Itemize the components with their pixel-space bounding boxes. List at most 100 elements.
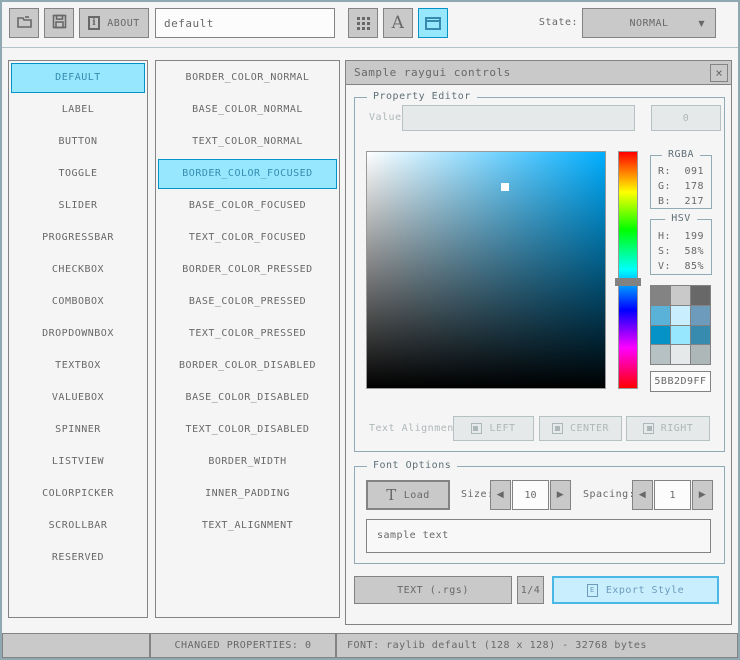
control-list-item[interactable]: CHECKBOX — [11, 255, 145, 285]
about-button[interactable]: i ABOUT — [79, 8, 149, 38]
export-style-label: Export Style — [605, 584, 685, 596]
rgba-channel-value: 178 — [684, 181, 704, 192]
state-label: State: — [538, 17, 578, 28]
control-list-item[interactable]: DEFAULT — [11, 63, 145, 93]
toolbar: i ABOUT A State: NORMAL ▼ — [0, 0, 740, 48]
arrow-left-icon: ◀ — [496, 490, 505, 500]
size-decrement-button[interactable]: ◀ — [490, 480, 511, 510]
font-load-button[interactable]: T Load — [366, 480, 450, 510]
color-swatch[interactable] — [691, 325, 710, 345]
color-swatch[interactable] — [651, 345, 670, 364]
font-button[interactable]: A — [383, 8, 413, 38]
control-list-item[interactable]: PROGRESSBAR — [11, 223, 145, 253]
hue-bar[interactable] — [615, 151, 641, 389]
style-name-input[interactable] — [155, 8, 335, 38]
page-counter-button[interactable]: 1/4 — [517, 576, 544, 604]
arrow-right-icon: ▶ — [556, 490, 565, 500]
property-list-item[interactable]: BASE_COLOR_FOCUSED — [158, 191, 337, 221]
control-list-item[interactable]: SCROLLBAR — [11, 511, 145, 541]
control-list-item[interactable]: SLIDER — [11, 191, 145, 221]
rgba-channel-label: G: — [658, 181, 672, 192]
control-list-item[interactable]: COLORPICKER — [11, 479, 145, 509]
export-format-button[interactable]: TEXT (.rgs) — [354, 576, 512, 604]
sv-cursor[interactable] — [501, 183, 510, 192]
color-swatch[interactable] — [691, 286, 710, 305]
controls-view-button[interactable] — [418, 8, 448, 38]
palette-grid-button[interactable] — [348, 8, 378, 38]
size-value-box[interactable]: 10 — [512, 480, 549, 510]
color-swatch[interactable] — [671, 325, 690, 345]
open-folder-icon — [16, 14, 33, 32]
align-left-button: LEFT — [453, 416, 534, 441]
sample-text-box[interactable]: sample text — [366, 519, 711, 553]
hex-value-box[interactable]: 5BB2D9FF — [650, 371, 711, 392]
property-list-item[interactable]: BASE_COLOR_DISABLED — [158, 383, 337, 413]
statusbar-font-info: FONT: raylib default (128 x 128) - 32768… — [336, 633, 738, 658]
property-list-item[interactable]: BASE_COLOR_NORMAL — [158, 95, 337, 125]
property-list-item[interactable]: BORDER_COLOR_FOCUSED — [158, 159, 337, 189]
property-list-item[interactable]: TEXT_COLOR_NORMAL — [158, 127, 337, 157]
state-dropdown-value: NORMAL — [629, 17, 669, 29]
property-list-item[interactable]: INNER_PADDING — [158, 479, 337, 509]
hsv-channel-value: 199 — [684, 231, 704, 242]
control-list-item[interactable]: COMBOBOX — [11, 287, 145, 317]
sv-panel[interactable] — [366, 151, 606, 389]
property-list-item[interactable]: TEXT_ALIGNMENT — [158, 511, 337, 541]
export-file-icon: E — [586, 583, 598, 597]
property-list-item[interactable]: TEXT_COLOR_PRESSED — [158, 319, 337, 349]
property-list-item[interactable]: TEXT_COLOR_FOCUSED — [158, 223, 337, 253]
hue-slider-handle[interactable] — [615, 278, 641, 287]
property-editor-group-label: Property Editor — [367, 91, 477, 102]
control-list-item[interactable]: TOGGLE — [11, 159, 145, 189]
spacing-decrement-button[interactable]: ◀ — [632, 480, 653, 510]
control-list-item[interactable]: DROPDOWNBOX — [11, 319, 145, 349]
hsv-row: S: 58% — [651, 244, 711, 259]
property-list-item[interactable]: BORDER_COLOR_PRESSED — [158, 255, 337, 285]
value-apply-button: 0 — [651, 105, 721, 131]
rguistyler-window: i ABOUT A State: NORMAL ▼ DEFAULTLABELBU… — [0, 0, 740, 660]
spacing-value-box[interactable]: 1 — [654, 480, 691, 510]
spacing-increment-button[interactable]: ▶ — [692, 480, 713, 510]
panel-close-button[interactable]: × — [710, 64, 728, 82]
color-swatch[interactable] — [671, 286, 690, 305]
text-T-icon: T — [386, 486, 397, 504]
property-list-item[interactable]: BORDER_COLOR_DISABLED — [158, 351, 337, 381]
hsv-channel-label: S: — [658, 246, 672, 257]
size-increment-button[interactable]: ▶ — [550, 480, 571, 510]
color-swatch[interactable] — [691, 305, 710, 325]
align-right-label: RIGHT — [660, 423, 694, 434]
color-swatch[interactable] — [651, 286, 670, 305]
control-list-item[interactable]: VALUEBOX — [11, 383, 145, 413]
color-swatch[interactable] — [651, 325, 670, 345]
info-icon: i — [88, 16, 101, 30]
property-list-item[interactable]: BORDER_WIDTH — [158, 447, 337, 477]
grid-icon — [356, 16, 370, 30]
export-style-button[interactable]: E Export Style — [552, 576, 719, 604]
arrow-left-icon: ◀ — [638, 490, 647, 500]
rgba-group: RGBA R: 091 G: 178 B: 217 — [650, 149, 712, 209]
color-swatch[interactable] — [671, 345, 690, 364]
color-swatch[interactable] — [691, 345, 710, 364]
save-style-button[interactable] — [44, 8, 74, 38]
open-style-button[interactable] — [9, 8, 39, 38]
color-swatch[interactable] — [651, 305, 670, 325]
property-list-item[interactable]: BORDER_COLOR_NORMAL — [158, 63, 337, 93]
control-list-item[interactable]: BUTTON — [11, 127, 145, 157]
property-list-item[interactable]: TEXT_COLOR_DISABLED — [158, 415, 337, 445]
hsv-group: HSV H: 199 S: 58% V: 85% — [650, 213, 712, 275]
control-list-item[interactable]: LABEL — [11, 95, 145, 125]
arrow-right-icon: ▶ — [698, 490, 707, 500]
font-load-label: Load — [403, 489, 430, 501]
hsv-channel-label: V: — [658, 261, 672, 272]
state-dropdown[interactable]: NORMAL ▼ — [582, 8, 716, 38]
rgba-group-label: RGBA — [661, 149, 701, 160]
hsv-row: V: 85% — [651, 259, 711, 274]
hsv-channel-label: H: — [658, 231, 672, 242]
control-list-item[interactable]: RESERVED — [11, 543, 145, 573]
rgba-channel-value: 091 — [684, 166, 704, 177]
control-list-item[interactable]: TEXTBOX — [11, 351, 145, 381]
control-list-item[interactable]: SPINNER — [11, 415, 145, 445]
control-list-item[interactable]: LISTVIEW — [11, 447, 145, 477]
color-swatch[interactable] — [671, 305, 690, 325]
property-list-item[interactable]: BASE_COLOR_PRESSED — [158, 287, 337, 317]
